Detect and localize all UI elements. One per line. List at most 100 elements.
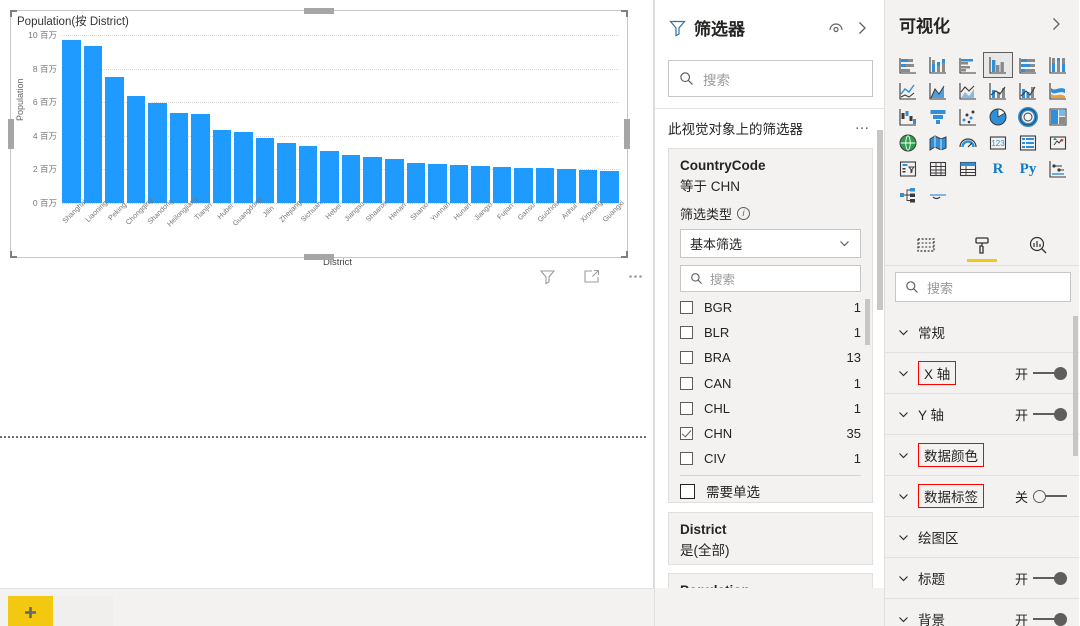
- hundred-percent-stacked-bar-chart-icon[interactable]: [1013, 52, 1043, 78]
- bar[interactable]: [126, 96, 146, 203]
- stacked-area-chart-icon[interactable]: [953, 78, 983, 104]
- format-row[interactable]: 标题 开: [885, 558, 1079, 599]
- hide-pane-eye-icon[interactable]: [825, 17, 847, 39]
- treemap-icon[interactable]: [1043, 104, 1073, 130]
- report-canvas[interactable]: Population(按 District) Population 0 百万 2 …: [0, 0, 654, 588]
- resize-handle-bottom-left[interactable]: [10, 251, 17, 258]
- chevron-down-icon[interactable]: [897, 367, 910, 380]
- format-row[interactable]: X 轴开: [885, 353, 1079, 394]
- format-row[interactable]: 数据标签 关: [885, 476, 1079, 517]
- filter-values-list[interactable]: BGR 1 BLR 1 BRA 13 CAN 1 CHL 1 CHN 35 CIV 1: [680, 295, 870, 471]
- filter-value-checkbox[interactable]: [680, 326, 693, 340]
- toggle-switch[interactable]: [1033, 612, 1067, 626]
- resize-handle-top-right[interactable]: [621, 10, 628, 17]
- bar[interactable]: [234, 131, 253, 203]
- bar[interactable]: [535, 168, 555, 203]
- resize-handle-top-left[interactable]: [10, 10, 17, 17]
- format-search-input[interactable]: 搜索: [895, 272, 1071, 302]
- filters-search-input[interactable]: 搜索: [668, 60, 873, 97]
- resize-handle-left[interactable]: [8, 119, 14, 149]
- format-row[interactable]: 绘图区: [885, 517, 1079, 558]
- chevron-down-icon[interactable]: [897, 490, 910, 503]
- bar[interactable]: [384, 159, 404, 203]
- collapse-filters-chevron-icon[interactable]: [851, 17, 873, 39]
- filter-value-row[interactable]: CHL 1: [680, 396, 861, 421]
- line-clustered-column-chart-icon[interactable]: [1013, 78, 1043, 104]
- resize-handle-right[interactable]: [624, 119, 630, 149]
- filter-value-row[interactable]: BGR 1: [680, 295, 861, 320]
- resize-handle-bottom-right[interactable]: [621, 251, 628, 258]
- fields-tab[interactable]: [907, 227, 945, 263]
- filter-value-checkbox[interactable]: [680, 301, 693, 315]
- bar[interactable]: [471, 166, 490, 203]
- format-row-toggle[interactable]: 开: [1015, 569, 1067, 588]
- bar[interactable]: [341, 154, 361, 203]
- card-icon[interactable]: 123: [983, 130, 1013, 156]
- chevron-down-icon[interactable]: [897, 531, 910, 544]
- focus-mode-icon[interactable]: [581, 266, 601, 286]
- clustered-column-chart-icon[interactable]: [983, 52, 1013, 78]
- decomposition-tree-icon[interactable]: [893, 182, 923, 208]
- toggle-switch[interactable]: [1033, 489, 1067, 503]
- bar[interactable]: [62, 40, 81, 203]
- filter-card-countrycode[interactable]: CountryCode 等于 CHN 筛选类型 i 基本筛选 搜索 BGR 1 BL…: [668, 148, 873, 503]
- visual-filters-more-icon[interactable]: …: [855, 116, 872, 133]
- format-row[interactable]: Y 轴开: [885, 394, 1079, 435]
- format-row[interactable]: 背景 开: [885, 599, 1079, 626]
- format-tab[interactable]: [963, 227, 1001, 263]
- analytics-tab[interactable]: [1019, 227, 1057, 263]
- line-chart-icon[interactable]: [893, 78, 923, 104]
- kpi-icon[interactable]: [1043, 130, 1073, 156]
- filter-value-checkbox[interactable]: [680, 351, 693, 365]
- matrix-icon[interactable]: [953, 156, 983, 182]
- bar[interactable]: [557, 169, 576, 203]
- scatter-chart-icon[interactable]: [953, 104, 983, 130]
- bar[interactable]: [600, 171, 619, 203]
- visualization-type-grid[interactable]: 123 R Py: [893, 52, 1073, 208]
- format-list-scrollbar[interactable]: [1073, 316, 1078, 456]
- bar[interactable]: [449, 165, 469, 203]
- filter-value-checkbox[interactable]: [680, 401, 693, 415]
- collapse-visualizations-chevron-icon[interactable]: [1047, 15, 1065, 33]
- toggle-switch[interactable]: [1033, 571, 1067, 585]
- chevron-down-icon[interactable]: [897, 572, 910, 585]
- stacked-bar-chart-icon[interactable]: [893, 52, 923, 78]
- bar[interactable]: [255, 137, 275, 203]
- key-influencers-icon[interactable]: [1043, 156, 1073, 182]
- info-icon[interactable]: i: [737, 207, 751, 220]
- ribbon-chart-icon[interactable]: [1043, 78, 1073, 104]
- filter-card-district[interactable]: District 是(全部): [668, 512, 873, 565]
- format-row[interactable]: 常规: [885, 312, 1079, 353]
- filter-values-search-input[interactable]: 搜索: [680, 265, 861, 292]
- bar[interactable]: [105, 77, 124, 203]
- bar[interactable]: [277, 142, 296, 203]
- filter-icon[interactable]: [537, 266, 557, 286]
- filter-value-row[interactable]: CIV 1: [680, 446, 861, 471]
- add-page-button[interactable]: [8, 596, 53, 626]
- slicer-icon[interactable]: [893, 156, 923, 182]
- r-script-visual-icon[interactable]: R: [983, 156, 1013, 182]
- bar[interactable]: [578, 170, 598, 203]
- filled-map-icon[interactable]: [923, 130, 953, 156]
- multi-row-card-icon[interactable]: [1013, 130, 1043, 156]
- filter-type-dropdown[interactable]: 基本筛选: [680, 229, 861, 258]
- stacked-column-chart-icon[interactable]: [923, 52, 953, 78]
- chevron-down-icon[interactable]: [897, 613, 910, 626]
- filter-value-checkbox[interactable]: [680, 452, 693, 466]
- gauge-icon[interactable]: [953, 130, 983, 156]
- filter-value-checkbox[interactable]: [680, 427, 693, 441]
- hundred-percent-stacked-column-chart-icon[interactable]: [1043, 52, 1073, 78]
- bar[interactable]: [212, 130, 232, 203]
- chevron-down-icon[interactable]: [897, 326, 910, 339]
- line-stacked-column-chart-icon[interactable]: [983, 78, 1013, 104]
- chevron-down-icon[interactable]: [897, 408, 910, 421]
- toggle-switch[interactable]: [1033, 407, 1067, 421]
- more-options-icon[interactable]: [625, 266, 645, 286]
- pie-chart-icon[interactable]: [983, 104, 1013, 130]
- format-row-toggle[interactable]: 开: [1015, 610, 1067, 626]
- clustered-bar-chart-icon[interactable]: [953, 52, 983, 78]
- bar[interactable]: [191, 114, 210, 203]
- bar[interactable]: [148, 102, 167, 203]
- bar[interactable]: [428, 164, 447, 203]
- table-icon[interactable]: [923, 156, 953, 182]
